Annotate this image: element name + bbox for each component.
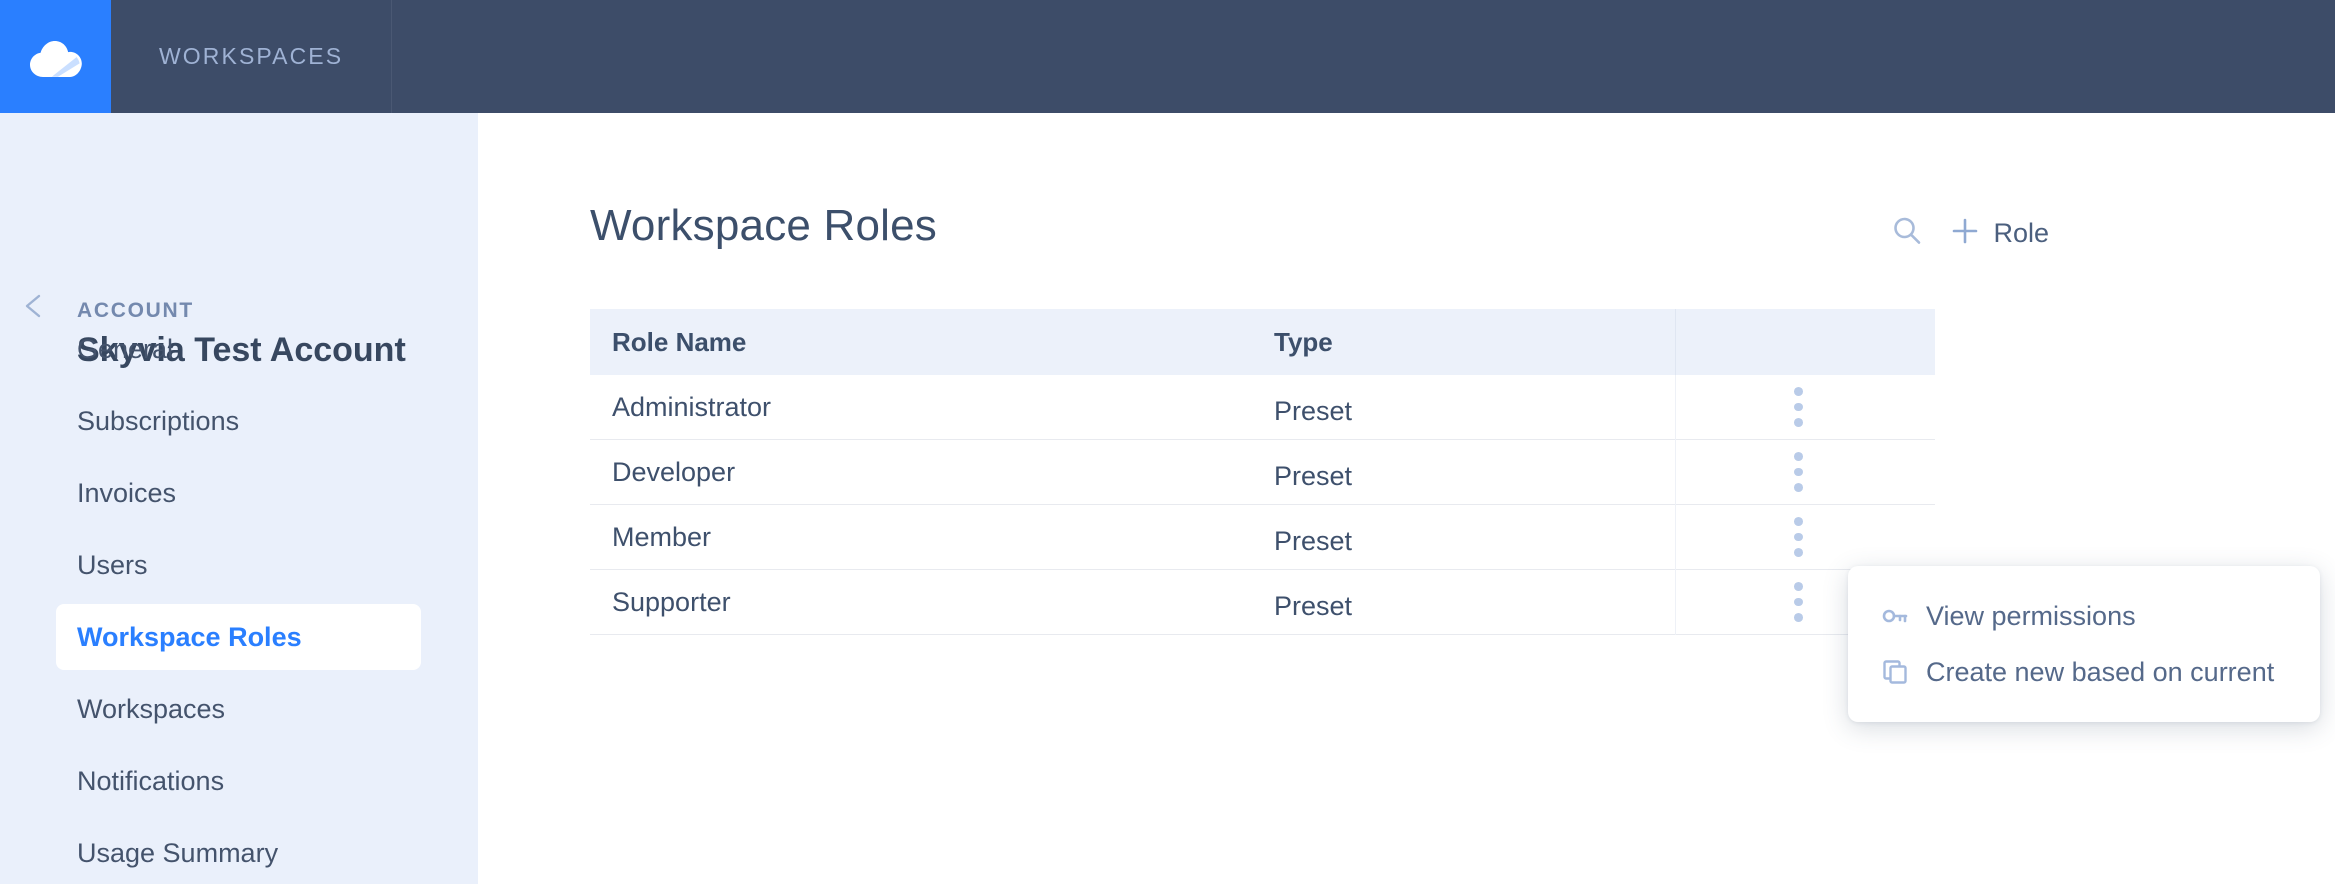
topnav-item-workspaces[interactable]: WORKSPACES bbox=[111, 0, 393, 113]
sidebar: ACCOUNT Skyvia Test Account General Subs… bbox=[0, 113, 478, 884]
cell-role-type: Preset bbox=[1274, 395, 1353, 426]
kebab-menu-icon[interactable] bbox=[1781, 582, 1815, 623]
kebab-menu-icon[interactable] bbox=[1781, 387, 1815, 428]
column-header-type: Type bbox=[1274, 326, 1333, 357]
add-role-label: Role bbox=[1993, 217, 2049, 248]
cell-role-name: Developer bbox=[612, 456, 736, 487]
roles-table: Role Name Type Administrator Preset Deve… bbox=[590, 309, 1935, 635]
page-title: Workspace Roles bbox=[590, 201, 937, 250]
copy-icon bbox=[1880, 657, 1910, 687]
plus-icon bbox=[1949, 215, 1981, 252]
sidebar-nav-list: General Subscriptions Invoices Users Wor… bbox=[0, 313, 478, 889]
sidebar-item-notifications[interactable]: Notifications bbox=[0, 745, 478, 817]
cell-actions bbox=[1675, 387, 1935, 428]
sidebar-item-label: Workspaces bbox=[77, 693, 226, 724]
app-logo[interactable] bbox=[0, 0, 111, 113]
menu-item-view-permissions[interactable]: View permissions bbox=[1848, 588, 2320, 644]
sidebar-item-users[interactable]: Users bbox=[0, 529, 478, 601]
search-icon bbox=[1890, 214, 1924, 253]
cell-role-name: Member bbox=[612, 521, 712, 552]
add-role-button[interactable]: Role bbox=[1949, 215, 2049, 252]
sidebar-item-usage-summary[interactable]: Usage Summary bbox=[0, 817, 478, 889]
cell-role-name: Administrator bbox=[612, 391, 772, 422]
sidebar-item-label: Users bbox=[77, 549, 148, 580]
main-content: Workspace Roles Role Role Name Type Admi… bbox=[478, 113, 2335, 884]
sidebar-item-label: Usage Summary bbox=[77, 837, 279, 868]
cell-role-type: Preset bbox=[1274, 590, 1353, 621]
sidebar-item-workspaces[interactable]: Workspaces bbox=[0, 673, 478, 745]
table-row[interactable]: Supporter Preset bbox=[590, 570, 1935, 635]
page-toolbar: Role bbox=[1887, 213, 2049, 253]
cell-actions bbox=[1675, 452, 1935, 493]
menu-item-label: View permissions bbox=[1926, 600, 2136, 631]
cell-actions bbox=[1675, 517, 1935, 558]
sidebar-item-label: Invoices bbox=[77, 477, 177, 508]
top-header-bar: WORKSPACES bbox=[0, 0, 2335, 113]
sidebar-item-label: Subscriptions bbox=[77, 405, 240, 436]
cell-role-type: Preset bbox=[1274, 460, 1353, 491]
sidebar-item-label: General bbox=[77, 333, 174, 364]
sidebar-item-label: Notifications bbox=[77, 765, 225, 796]
column-header-role-name: Role Name bbox=[612, 326, 747, 357]
cell-role-type: Preset bbox=[1274, 525, 1353, 556]
menu-item-create-new-based-on-current[interactable]: Create new based on current bbox=[1848, 644, 2320, 700]
kebab-menu-icon[interactable] bbox=[1781, 452, 1815, 493]
table-row[interactable]: Administrator Preset bbox=[590, 375, 1935, 440]
sidebar-item-label: Workspace Roles bbox=[77, 621, 302, 652]
sidebar-item-workspace-roles[interactable]: Workspace Roles bbox=[0, 601, 478, 673]
table-row[interactable]: Member Preset bbox=[590, 505, 1935, 570]
row-context-menu: View permissions Create new based on cur… bbox=[1848, 566, 2320, 722]
cloud-logo-icon bbox=[27, 35, 85, 79]
sidebar-item-subscriptions[interactable]: Subscriptions bbox=[0, 385, 478, 457]
topnav-label: WORKSPACES bbox=[159, 43, 344, 69]
sidebar-item-general[interactable]: General bbox=[0, 313, 478, 385]
key-icon bbox=[1880, 601, 1910, 631]
table-header-row: Role Name Type bbox=[590, 309, 1935, 375]
kebab-menu-icon[interactable] bbox=[1781, 517, 1815, 558]
menu-item-label: Create new based on current bbox=[1926, 656, 2275, 687]
table-row[interactable]: Developer Preset bbox=[590, 440, 1935, 505]
sidebar-item-invoices[interactable]: Invoices bbox=[0, 457, 478, 529]
search-button[interactable] bbox=[1887, 213, 1927, 253]
cell-role-name: Supporter bbox=[612, 586, 731, 617]
